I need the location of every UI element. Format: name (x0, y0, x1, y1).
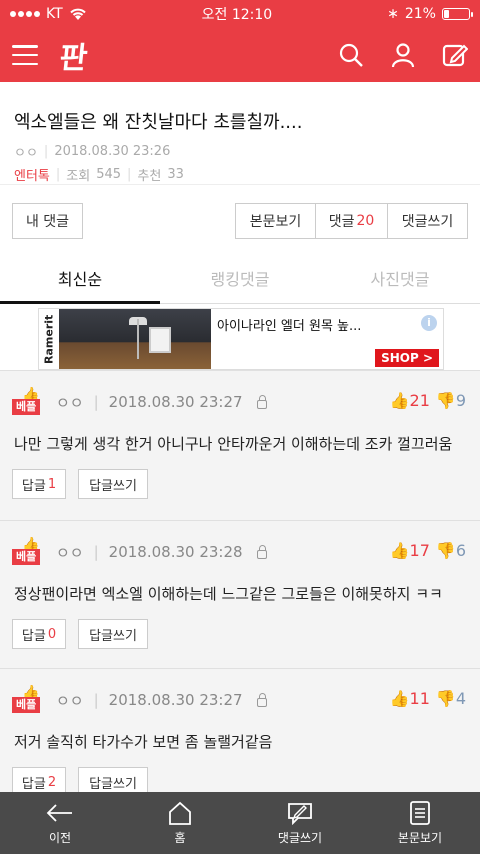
comment-date: 2018.08.30 23:28 (108, 543, 243, 561)
tab-ranking[interactable]: 랭킹댓글 (160, 256, 320, 303)
ad-banner[interactable]: Ramerit 아이나라인 엘더 원목 높... i SHOP > (38, 308, 444, 370)
comment-author: ㅇㅇ (56, 543, 84, 562)
document-icon (410, 800, 430, 825)
tab-latest[interactable]: 최신순 (0, 256, 160, 304)
recommend-count: 33 (167, 167, 184, 182)
tab-photo[interactable]: 사진댓글 (320, 256, 480, 303)
nav-back[interactable]: 이전 (0, 792, 120, 854)
view-post-button[interactable]: 본문보기 (235, 203, 316, 239)
app-header: 판 (0, 28, 480, 82)
ad-info-icon[interactable]: i (421, 315, 437, 331)
comment-text: 정상팬이라면 엑소엘 이해하는데 느그같은 그로들은 이해못하지 ㅋㅋ (14, 585, 443, 603)
comment-author: ㅇㅇ (56, 393, 84, 412)
best-badge: 👍 베플 (12, 387, 46, 415)
like-button[interactable]: 👍17 (390, 541, 430, 560)
reply-button[interactable]: 답글 1 (12, 469, 66, 499)
back-arrow-icon (46, 803, 72, 822)
status-bar: KT 오전 12:10 ∗ 21% (0, 0, 480, 28)
ad-text: 아이나라인 엘더 원목 높... (217, 319, 362, 334)
write-icon[interactable] (442, 42, 468, 68)
comment-date: 2018.08.30 23:27 (108, 691, 243, 709)
nav-write-comment-label: 댓글쓰기 (277, 830, 323, 845)
comment-text: 나만 그렇게 생각 한거 아니구나 안타까운거 이해하는데 조카 껄끄러움 (14, 435, 453, 453)
app-logo[interactable]: 판 (58, 33, 90, 77)
comment-tabs: 최신순 랭킹댓글 사진댓글 (0, 256, 480, 304)
lock-icon (256, 692, 267, 707)
menu-icon[interactable] (12, 45, 38, 65)
user-icon[interactable] (390, 42, 416, 68)
divider: | (93, 543, 99, 561)
best-badge: 👍 베플 (12, 685, 46, 713)
battery-percent: 21% (404, 6, 436, 22)
my-comments-button[interactable]: 내 댓글 (12, 203, 83, 239)
comment-text: 저거 솔직히 타가수가 보면 좀 놀랠거같음 (14, 733, 273, 751)
home-icon (169, 801, 191, 825)
post-category[interactable]: 엔터톡 (14, 165, 50, 184)
dislike-button[interactable]: 👎4 (436, 689, 466, 708)
bluetooth-icon: ∗ (387, 6, 399, 22)
action-bar: 내 댓글 본문보기 댓글 20 댓글쓰기 (0, 184, 480, 254)
write-reply-button[interactable]: 답글쓰기 (78, 469, 148, 499)
divider: | (93, 393, 99, 411)
comment-item: 👍 베플 ㅇㅇ | 2018.08.30 23:27 👍21 👎9 나만 그렇게… (0, 370, 480, 520)
battery-icon (441, 8, 473, 20)
divider: | (55, 167, 61, 182)
write-comment-icon (288, 802, 312, 825)
comment-date: 2018.08.30 23:27 (108, 393, 243, 411)
post-title: 엑소엘들은 왜 잔칫날마다 초를칠까.... (14, 112, 303, 133)
comments-label: 댓글 (328, 214, 355, 230)
comments-count-button[interactable]: 댓글 20 (315, 203, 388, 239)
nav-home-label: 홈 (174, 830, 186, 845)
comments-count: 20 (356, 213, 375, 229)
views-count: 545 (96, 167, 122, 182)
ad-image (59, 309, 211, 369)
reply-button[interactable]: 답글 0 (12, 619, 66, 649)
lock-icon (256, 544, 267, 559)
nav-view-post-label: 본문보기 (397, 830, 443, 845)
comment-item: 👍 베플 ㅇㅇ | 2018.08.30 23:28 👍17 👎6 정상팬이라면… (0, 520, 480, 668)
divider: | (127, 167, 132, 182)
comment-author: ㅇㅇ (56, 691, 84, 710)
top-bar: KT 오전 12:10 ∗ 21% 판 (0, 0, 480, 82)
divider: | (93, 691, 99, 709)
post-header: 엑소엘들은 왜 잔칫날마다 초를칠까.... ㅇㅇ | 2018.08.30 2… (0, 82, 480, 184)
ad-brand: Ramerit (42, 314, 56, 364)
recommend-label: 추천 (137, 169, 162, 184)
lock-icon (256, 394, 267, 409)
nav-home[interactable]: 홈 (120, 792, 240, 854)
carrier-label: KT (46, 6, 63, 22)
write-comment-button[interactable]: 댓글쓰기 (387, 203, 468, 239)
nav-write-comment[interactable]: 댓글쓰기 (240, 792, 360, 854)
clock: 오전 12:10 (201, 7, 273, 23)
like-button[interactable]: 👍11 (390, 689, 430, 708)
nav-view-post[interactable]: 본문보기 (360, 792, 480, 854)
nav-back-label: 이전 (48, 830, 72, 845)
signal-icon (10, 11, 40, 17)
dislike-button[interactable]: 👎6 (436, 541, 466, 560)
search-icon[interactable] (338, 42, 364, 68)
views-label: 조회 (66, 169, 91, 184)
post-author: ㅇㅇ (14, 146, 38, 161)
divider: | (43, 144, 49, 159)
bottom-nav: 이전 홈 댓글쓰기 본문보기 (0, 792, 480, 854)
like-button[interactable]: 👍21 (390, 391, 430, 410)
ad-shop-button[interactable]: SHOP > (375, 349, 439, 367)
best-badge: 👍 베플 (12, 537, 46, 565)
dislike-button[interactable]: 👎9 (436, 391, 466, 410)
post-date: 2018.08.30 23:26 (54, 144, 171, 159)
comment-item: 👍 베플 ㅇㅇ | 2018.08.30 23:27 👍11 👎4 저거 솔직히… (0, 668, 480, 797)
wifi-icon (69, 8, 86, 20)
write-reply-button[interactable]: 답글쓰기 (78, 619, 148, 649)
ad-container: Ramerit 아이나라인 엘더 원목 높... i SHOP > (0, 304, 480, 370)
